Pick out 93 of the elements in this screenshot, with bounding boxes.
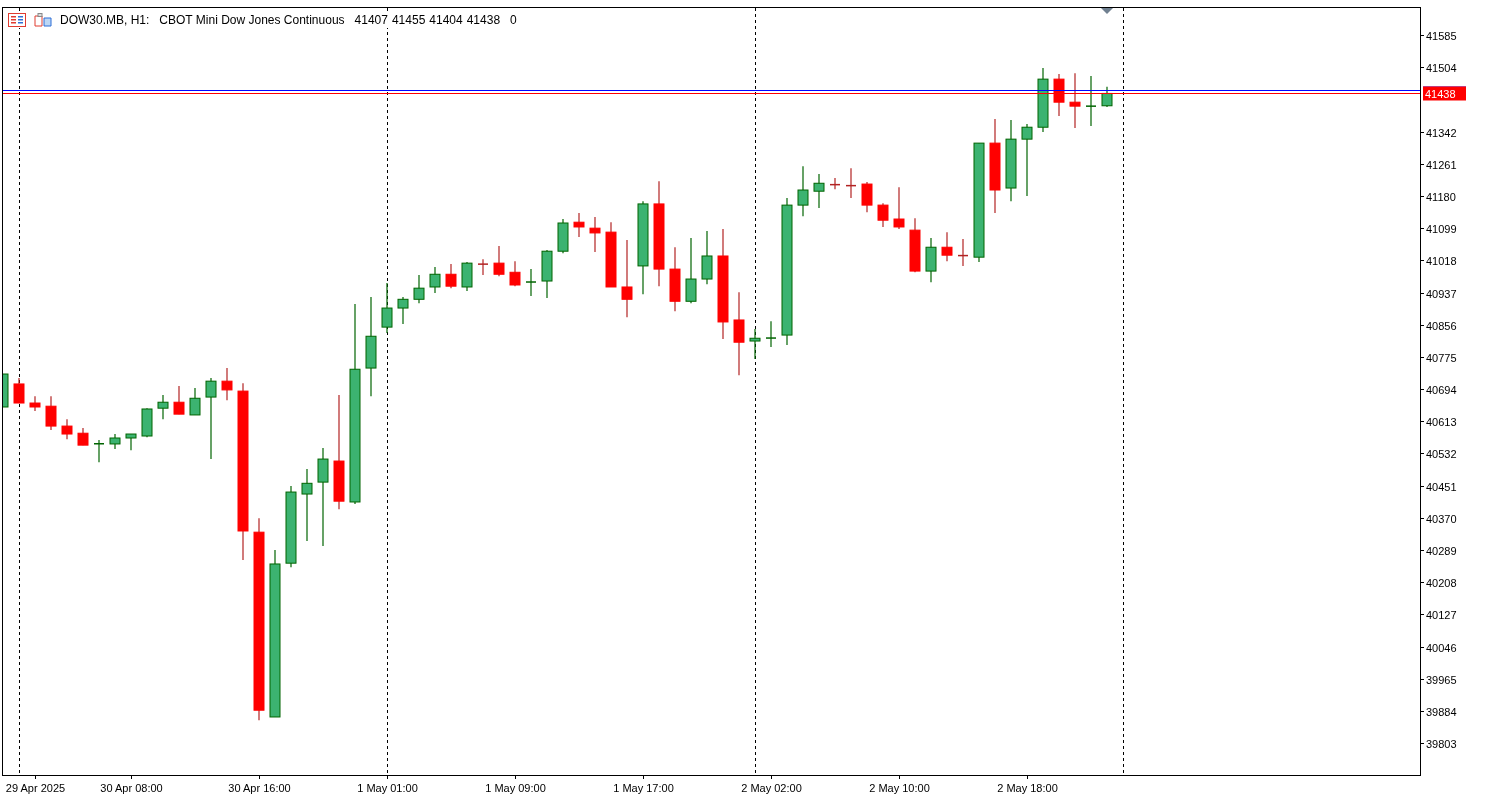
candlestick	[109, 433, 121, 450]
candlestick	[461, 261, 473, 292]
price-value: 41438	[466, 12, 501, 28]
price-axis-label: 40127	[1426, 608, 1457, 621]
candlestick	[861, 181, 873, 213]
price-value: 41407	[354, 12, 388, 28]
time-axis-label: 29 Apr 2025	[5, 782, 66, 794]
candlestick	[1101, 86, 1113, 108]
price-axis-label: 40451	[1426, 480, 1457, 493]
candlestick	[61, 418, 73, 440]
price-axis-label: 40937	[1426, 287, 1457, 300]
price-axis-label: 41099	[1426, 222, 1457, 235]
price-axis-label: 41261	[1426, 158, 1457, 171]
list-icon[interactable]	[8, 13, 26, 27]
candlestick	[173, 385, 185, 415]
candlestick	[749, 328, 761, 360]
candlestick	[685, 237, 697, 304]
price-axis-label: 40046	[1426, 641, 1457, 654]
candlestick	[765, 320, 777, 348]
candlestick	[45, 395, 57, 431]
candlestick	[877, 202, 889, 228]
candlestick	[525, 268, 537, 297]
ref-line-label: 41438	[1425, 87, 1456, 100]
price-axis-label: 40370	[1426, 512, 1457, 525]
time-axis-label: 30 Apr 08:00	[100, 782, 163, 794]
instrument-description: CBOT Mini Dow Jones Continuous	[159, 12, 345, 28]
candlestick	[413, 274, 425, 304]
time-axis-label: 2 May 10:00	[869, 782, 930, 794]
candlestick	[141, 407, 153, 438]
candlestick	[445, 263, 457, 289]
price-axis-label: 41585	[1426, 29, 1457, 42]
candlestick	[397, 296, 409, 325]
chart-shift-icon[interactable]	[1101, 8, 1113, 14]
candlestick	[509, 260, 521, 287]
price-axis-label: 39884	[1426, 705, 1457, 718]
candlestick	[589, 216, 601, 253]
candlestick	[125, 433, 137, 451]
candlestick	[13, 377, 25, 404]
candlestick	[957, 238, 969, 267]
candlestick	[845, 167, 857, 199]
price-axis-label: 40775	[1426, 351, 1457, 364]
price-tag: 41438	[1423, 86, 1466, 101]
candlestick	[1053, 73, 1065, 117]
candlestick	[541, 249, 553, 299]
candlestick	[893, 186, 905, 230]
candlestick	[157, 394, 169, 420]
candlestick	[557, 218, 569, 254]
candlestick	[1069, 72, 1081, 129]
candlestick	[221, 367, 233, 401]
candlestick	[381, 282, 393, 334]
price-axis-label: 41018	[1426, 254, 1457, 267]
price-axis-label: 39965	[1426, 673, 1457, 686]
volume-value: 0	[510, 12, 517, 28]
candlestick	[605, 221, 617, 288]
chart-window-icon[interactable]	[34, 13, 52, 27]
price-axis-label: 40694	[1426, 383, 1457, 396]
price-axis-label: 41180	[1426, 190, 1456, 203]
candlestick	[701, 230, 713, 285]
time-axis-label: 1 May 09:00	[485, 782, 546, 794]
time-axis-label: 2 May 18:00	[997, 782, 1058, 794]
time-axis-label: 30 Apr 16:00	[228, 782, 291, 794]
time-axis-label: 2 May 02:00	[741, 782, 802, 794]
price-axis-label: 40856	[1426, 319, 1457, 332]
candlestick	[429, 266, 441, 294]
price-axis-label: 41342	[1426, 126, 1457, 139]
price-axis-label: 41504	[1426, 61, 1457, 74]
time-axis-label: 1 May 01:00	[357, 782, 418, 794]
candlestick	[493, 245, 505, 277]
price-axis-label: 40532	[1426, 447, 1457, 460]
candlestick	[573, 212, 585, 238]
price-axis-label: 40613	[1426, 415, 1457, 428]
price-value: 41404	[429, 12, 463, 28]
candlestick	[3, 373, 9, 408]
candlestick	[189, 387, 201, 416]
candlestick	[669, 246, 681, 312]
candlestick	[1037, 67, 1049, 133]
candlestick	[813, 173, 825, 209]
candlestick	[1085, 75, 1097, 127]
candlestick	[477, 258, 489, 276]
candlestick	[941, 231, 953, 262]
price-value: 41455	[391, 12, 426, 28]
candlestick	[909, 217, 921, 273]
price-axis-label: 40289	[1426, 544, 1457, 557]
candlestick	[77, 427, 89, 446]
candlestick	[93, 439, 105, 463]
symbol-label: DOW30.MB, H1:	[60, 12, 150, 28]
price-axis-label: 40208	[1426, 576, 1457, 589]
price-axis-label: 39803	[1426, 737, 1457, 750]
candlestick	[29, 395, 41, 412]
time-axis-label: 1 May 17:00	[613, 782, 674, 794]
candlestick	[829, 177, 841, 190]
candlestick	[925, 237, 937, 283]
candlestick	[797, 165, 809, 217]
